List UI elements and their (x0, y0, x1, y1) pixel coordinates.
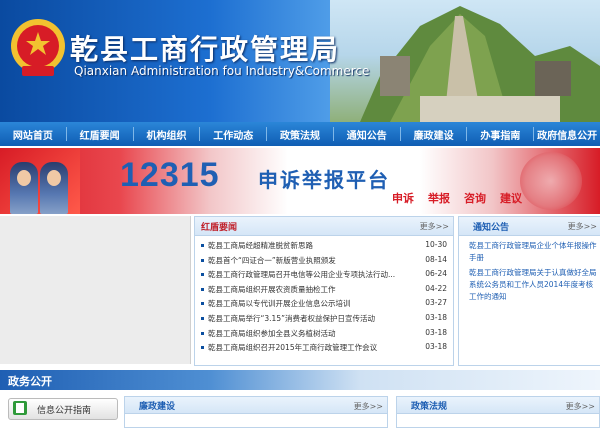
news-title[interactable]: 乾县工商局举行“3.15”消费者权益保护日宣传活动 (208, 313, 408, 324)
officer-face (47, 170, 61, 186)
news-title[interactable]: 乾县工商局经超精准脱贫新思路 (208, 240, 408, 251)
nav-item-info-disclosure[interactable]: 政府信息公开 (534, 127, 600, 142)
news-title[interactable]: 乾县工商行政管理局召开电信等公用企业专项执法行动... (208, 269, 408, 280)
bullet-icon (201, 244, 204, 247)
main-nav: 网站首页 红盾要闻 机构组织 工作动态 政策法规 通知公告 廉政建设 办事指南 … (0, 122, 600, 146)
list-item[interactable]: 乾县首个“四证合一”新版营业执照颁发 08-14 (195, 254, 453, 269)
policy-more-link[interactable]: 更多>> (566, 401, 595, 412)
integrity-more-link[interactable]: 更多>> (354, 401, 383, 412)
bullet-icon (201, 273, 204, 277)
policy-panel-header: 政策法规 更多>> (397, 397, 599, 414)
news-date: 03-18 (425, 327, 447, 337)
slideshow-placeholder (0, 216, 191, 364)
bullet-icon (201, 346, 204, 350)
nav-item-news[interactable]: 红盾要闻 (67, 127, 133, 142)
mountain-image (360, 6, 600, 122)
notice-more-link[interactable]: 更多>> (568, 221, 597, 232)
gov-affairs-title: 政务公开 (8, 375, 52, 388)
notice-panel: 通知公告 更多>> 乾县工商行政管理局企业个体年报操作手册 乾县工商行政管理局关… (458, 216, 600, 366)
news-title[interactable]: 乾县工商局组织开展农资质量抽检工作 (208, 284, 408, 295)
nav-item-work[interactable]: 工作动态 (200, 127, 266, 142)
list-item[interactable]: 乾县工商局组织召开2015年工商行政管理工作会议 03-18 (195, 341, 453, 356)
nav-item-organization[interactable]: 机构组织 (134, 127, 200, 142)
bullet-icon (201, 316, 204, 320)
integrity-panel-header: 廉政建设 更多>> (125, 397, 387, 414)
nav-item-home[interactable]: 网站首页 (0, 127, 66, 142)
news-title[interactable]: 乾县工商局以专代训开展企业信息公示培训 (208, 298, 408, 309)
notice-list: 乾县工商行政管理局企业个体年报操作手册 乾县工商行政管理局关于认真做好全局系统公… (459, 236, 600, 303)
info-disclosure-guide-button[interactable]: 信息公开指南 (8, 398, 118, 420)
bullet-icon (201, 287, 204, 291)
complaint-banner[interactable]: 12315 申诉举报平台 申诉 举报 咨询 建议 (0, 148, 600, 214)
news-date: 10-30 (425, 240, 447, 249)
nav-item-policy[interactable]: 政策法规 (267, 127, 333, 142)
bullet-icon (201, 331, 204, 335)
gov-affairs-bar: 政务公开 (0, 370, 600, 390)
site-header: 乾县工商行政管理局 Qianxian Administration fou In… (0, 0, 600, 122)
officer-face (17, 170, 31, 186)
hotline-number: 12315 (120, 156, 220, 194)
guide-button-label: 信息公开指南 (37, 406, 92, 416)
list-item[interactable]: 乾县工商局组织开展农资质量抽检工作 04-22 (195, 283, 453, 298)
news-title[interactable]: 乾县首个“四证合一”新版营业执照颁发 (208, 255, 408, 266)
policy-panel-title[interactable]: 政策法规 (411, 399, 447, 412)
news-panel-title[interactable]: 红盾要闻 (201, 220, 237, 233)
list-item[interactable]: 乾县工商行政管理局召开电信等公用企业专项执法行动... 06-24 (195, 268, 453, 283)
notice-item[interactable]: 乾县工商行政管理局关于认真做好全局系统公务员和工作人员2014年度考核工作的通知 (469, 267, 597, 303)
news-date: 08-14 (425, 254, 447, 264)
banner-slogan: 申诉举报平台 (258, 168, 390, 192)
site-title: 乾县工商行政管理局 (70, 33, 341, 66)
news-title[interactable]: 乾县工商局组织参加全县义务植树活动 (208, 328, 408, 339)
notice-panel-title[interactable]: 通知公告 (465, 220, 509, 233)
news-list: 乾县工商局经超精准脱贫新思路 10-30 乾县首个“四证合一”新版营业执照颁发 08… (195, 236, 453, 356)
news-panel-header: 红盾要闻 更多>> (195, 217, 453, 236)
nav-item-notice[interactable]: 通知公告 (334, 127, 400, 142)
news-panel: 红盾要闻 更多>> 乾县工商局经超精准脱贫新思路 10-30 乾县首个“四证合一”… (194, 216, 454, 366)
site-title-english: Qianxian Administration fou Industry&Com… (74, 64, 370, 78)
banner-tag: 咨询 (464, 192, 486, 205)
news-date: 03-18 (425, 312, 447, 322)
banner-tag: 举报 (428, 192, 450, 205)
news-title[interactable]: 乾县工商局组织召开2015年工商行政管理工作会议 (208, 342, 408, 353)
national-emblem-icon (11, 19, 65, 76)
bullet-icon (201, 302, 204, 306)
policy-panel: 政策法规 更多>> (396, 396, 600, 428)
news-date: 06-24 (425, 269, 447, 279)
banner-tag: 建议 (500, 192, 522, 205)
list-item[interactable]: 乾县工商局以专代训开展企业信息公示培训 03-27 (195, 297, 453, 312)
news-date: 03-18 (425, 342, 447, 352)
news-date: 03-27 (425, 298, 447, 308)
integrity-panel-title[interactable]: 廉政建设 (139, 399, 175, 412)
banner-tag: 申诉 (392, 192, 414, 205)
emblem-watermark (520, 152, 582, 210)
notice-item[interactable]: 乾县工商行政管理局企业个体年报操作手册 (469, 240, 597, 264)
news-more-link[interactable]: 更多>> (420, 221, 449, 232)
list-item[interactable]: 乾县工商局举行“3.15”消费者权益保护日宣传活动 03-18 (195, 312, 453, 327)
nav-item-guide[interactable]: 办事指南 (467, 127, 533, 142)
notice-panel-header: 通知公告 更多>> (459, 217, 600, 236)
list-item[interactable]: 乾县工商局组织参加全县义务植树活动 03-18 (195, 327, 453, 342)
document-icon (13, 401, 27, 415)
nav-item-integrity[interactable]: 廉政建设 (401, 127, 467, 142)
integrity-panel: 廉政建设 更多>> (124, 396, 388, 428)
bullet-icon (201, 258, 204, 262)
list-item[interactable]: 乾县工商局经超精准脱贫新思路 10-30 (195, 239, 453, 254)
news-date: 04-22 (425, 283, 447, 293)
